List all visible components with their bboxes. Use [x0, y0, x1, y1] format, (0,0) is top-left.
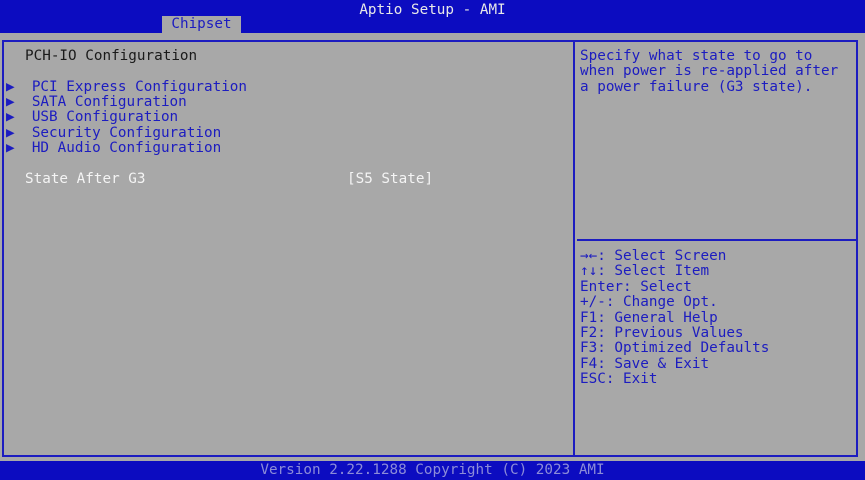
help-line: when power is re-applied after [580, 63, 838, 79]
key-change-opt: +/-: Change Opt. [580, 294, 718, 310]
key-f4: F4: Save & Exit [580, 356, 709, 372]
page-heading: PCH-IO Configuration [25, 48, 197, 64]
setting-state-after-g3-label: State After G3 [25, 171, 146, 187]
key-f1: F1: General Help [580, 310, 718, 326]
tab-chipset[interactable]: Chipset [162, 16, 241, 33]
key-f2: F2: Previous Values [580, 325, 744, 341]
key-enter: Enter: Select [580, 279, 692, 295]
submenu-item-usb[interactable]: ▶ USB Configuration [6, 109, 178, 125]
help-line: Specify what state to go to [580, 48, 812, 64]
key-f3: F3: Optimized Defaults [580, 340, 769, 356]
panel-divider [573, 40, 575, 457]
title-bar: Aptio Setup - AMI Chipset [0, 0, 865, 33]
submenu-item-pci-express[interactable]: ▶ PCI Express Configuration [6, 79, 247, 95]
key-select-screen: →←: Select Screen [580, 248, 726, 264]
submenu-arrow-icon: ▶ [6, 94, 15, 110]
submenu-arrow-icon: ▶ [6, 125, 15, 141]
key-select-item: ↑↓: Select Item [580, 263, 709, 279]
footer-version: Version 2.22.1288 Copyright (C) 2023 AMI [0, 461, 865, 480]
help-separator [577, 239, 857, 241]
help-line: a power failure (G3 state). [580, 79, 812, 95]
setting-state-after-g3-value[interactable]: [S5 State] [347, 171, 433, 187]
app-title: Aptio Setup - AMI [0, 2, 865, 19]
submenu-item-hd-audio[interactable]: ▶ HD Audio Configuration [6, 140, 221, 156]
submenu-arrow-icon: ▶ [6, 109, 15, 125]
submenu-arrow-icon: ▶ [6, 140, 15, 156]
key-esc: ESC: Exit [580, 371, 657, 387]
submenu-arrow-icon: ▶ [6, 79, 15, 95]
submenu-item-security[interactable]: ▶ Security Configuration [6, 125, 221, 141]
submenu-item-sata[interactable]: ▶ SATA Configuration [6, 94, 187, 110]
